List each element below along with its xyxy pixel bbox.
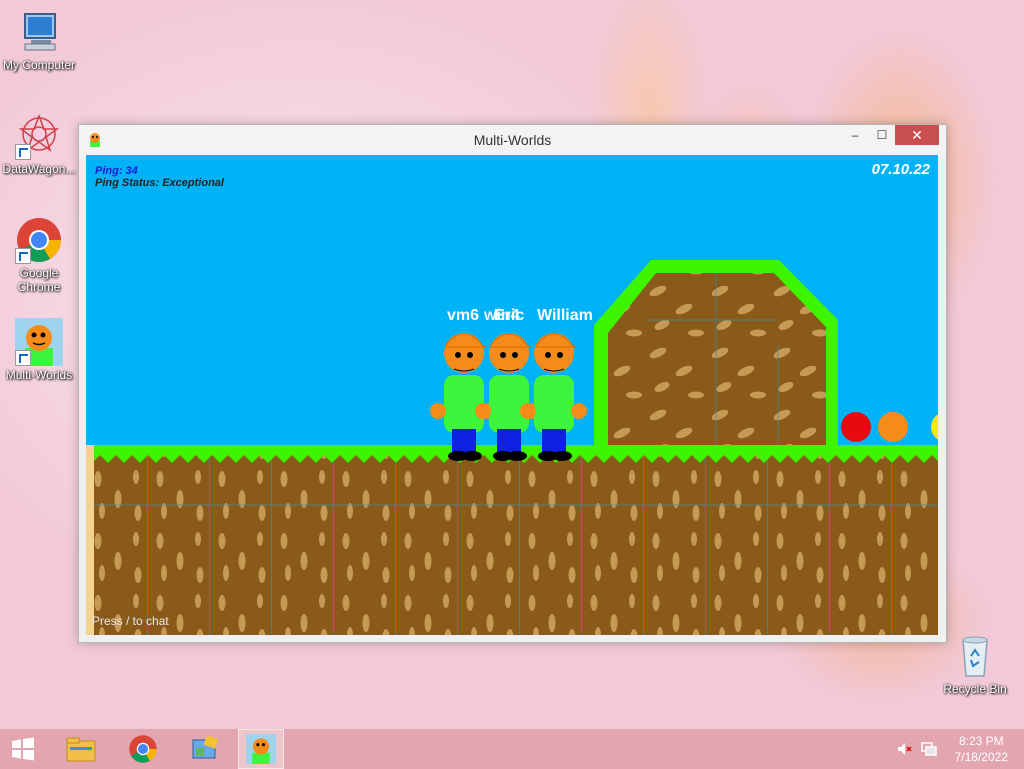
red-ball xyxy=(841,412,871,442)
desktop-icon-label: Google Chrome xyxy=(17,266,61,294)
shortcut-arrow-icon xyxy=(15,144,31,160)
desktop-icon-recycle-bin[interactable]: Recycle Bin xyxy=(937,632,1013,696)
window-title: Multi-Worlds xyxy=(473,132,552,148)
network-icon[interactable] xyxy=(920,741,938,757)
close-button[interactable]: ✕ xyxy=(895,125,939,145)
desktop-icon-label: DataWagon... xyxy=(2,162,76,176)
window-titlebar[interactable]: Multi-Worlds ‒ ☐ ✕ xyxy=(79,125,946,155)
player-name-eric: Eric xyxy=(494,307,525,324)
game-canvas[interactable]: Ping: 34 Ping Status: Exceptional 07.10.… xyxy=(86,155,938,635)
ping-readout: Ping: 34 xyxy=(95,165,138,177)
recycle-bin-icon xyxy=(951,632,999,680)
datawagon-icon xyxy=(15,112,63,160)
multiworlds-icon xyxy=(15,318,63,366)
multiworlds-icon xyxy=(246,734,276,764)
desktop-icon-datawagon[interactable]: DataWagon... xyxy=(1,112,77,176)
desktop-icon-label: My Computer xyxy=(2,58,76,72)
taskbar-multi-worlds[interactable] xyxy=(238,729,284,769)
desktop-icon-my-computer[interactable]: My Computer xyxy=(1,8,77,72)
desktop-icon-label: Recycle Bin xyxy=(943,682,1007,696)
system-clock[interactable]: 8:23 PM 7/18/2022 xyxy=(955,733,1008,765)
chrome-icon xyxy=(15,216,63,264)
computer-icon xyxy=(15,8,63,56)
chrome-icon xyxy=(129,735,157,763)
player-name-vm6: vm6 xyxy=(447,307,480,324)
windows-start-icon xyxy=(12,737,34,761)
start-button[interactable] xyxy=(0,729,46,769)
hill xyxy=(608,273,826,445)
yellow-ball xyxy=(931,414,938,440)
app-icon xyxy=(192,735,219,759)
taskbar-chrome[interactable] xyxy=(120,729,166,769)
taskbar-app[interactable] xyxy=(182,729,228,769)
player-character xyxy=(520,333,587,461)
desktop-icon-multi-worlds[interactable]: Multi-Worlds xyxy=(1,318,77,382)
game-date: 07.10.22 xyxy=(871,161,930,178)
taskbar: 8:23 PM 7/18/2022 xyxy=(0,728,1024,769)
multi-worlds-window: Multi-Worlds ‒ ☐ ✕ Ping: 34 Ping Status:… xyxy=(78,124,947,643)
clock-date: 7/18/2022 xyxy=(954,750,1008,764)
player-character xyxy=(475,333,542,461)
ping-status: Ping Status: Exceptional xyxy=(95,177,224,189)
volume-icon[interactable] xyxy=(896,741,912,757)
shortcut-arrow-icon xyxy=(15,350,31,366)
desktop-icon-label: Multi-Worlds xyxy=(5,368,73,382)
minimize-button[interactable]: ‒ xyxy=(841,125,869,145)
shortcut-arrow-icon xyxy=(15,248,31,264)
file-explorer-icon xyxy=(66,737,96,762)
taskbar-file-explorer[interactable] xyxy=(58,729,104,769)
clock-time: 8:23 PM xyxy=(958,734,1004,748)
maximize-button[interactable]: ☐ xyxy=(868,125,896,145)
orange-ball xyxy=(878,412,908,442)
player-character xyxy=(430,333,497,461)
desktop-icon-google-chrome[interactable]: Google Chrome xyxy=(1,216,77,294)
chat-hint: Press / to chat xyxy=(92,614,169,628)
player-name-william: William xyxy=(537,307,593,324)
